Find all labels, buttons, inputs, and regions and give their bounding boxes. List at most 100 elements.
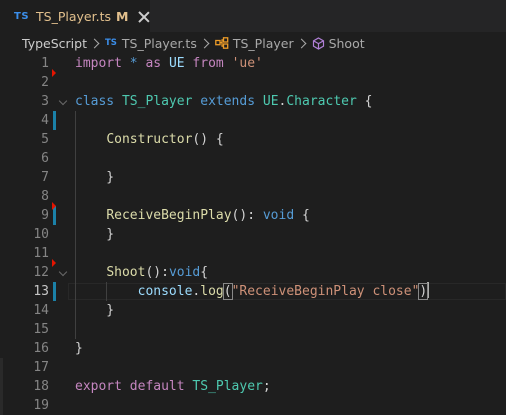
indent-guide [75, 111, 76, 339]
code-token: default [129, 379, 185, 394]
line-number: 2 [41, 75, 49, 90]
code-editor[interactable]: 1 import * as UE from 'ue' 2 3 class TS_Play… [0, 54, 506, 415]
code-token: UE [168, 56, 185, 71]
code-token: * [129, 56, 138, 71]
line-number: 3 [41, 94, 49, 109]
code-text: Shoot():void{ [75, 263, 208, 282]
line-number: 11 [33, 246, 49, 261]
close-icon[interactable] [137, 10, 150, 24]
line-number: 1 [41, 56, 49, 71]
text-cursor [427, 282, 429, 298]
line-number: 5 [41, 132, 49, 147]
breadcrumb-label: TS_Player.ts [121, 35, 197, 51]
breadcrumb-item-class[interactable]: TS_Player [215, 32, 294, 54]
code-token: } [75, 227, 115, 242]
code-line[interactable]: 18 export default TS_Player; [0, 377, 506, 396]
code-text: } [75, 339, 83, 358]
line-number: 18 [33, 379, 49, 394]
git-deleted-marker[interactable] [52, 259, 56, 267]
git-deleted-marker[interactable] [52, 202, 56, 210]
code-text: Constructor() { [75, 130, 224, 149]
line-number: 15 [33, 322, 49, 337]
code-token: { [200, 265, 209, 280]
line-number: 9 [41, 208, 49, 223]
code-text: class TS_Player extends UE.Character { [75, 92, 372, 111]
code-token: class [75, 94, 115, 109]
code-token: 'ue' [231, 56, 263, 71]
code-token: Constructor [106, 132, 193, 147]
chevron-right-icon [296, 38, 307, 48]
chevron-right-icon [199, 38, 210, 48]
typescript-file-icon: TS [104, 38, 117, 48]
code-text: export default TS_Player; [75, 377, 271, 396]
code-text: } [75, 225, 114, 244]
code-token: extends [200, 94, 256, 109]
code-text: console.log("ReceiveBeginPlay close") [75, 282, 429, 301]
code-line[interactable]: 3 class TS_Player extends UE.Character { [0, 92, 506, 111]
code-line[interactable]: 2 [0, 73, 506, 92]
code-token: } [75, 341, 83, 356]
code-token: } [75, 303, 115, 318]
matching-bracket: ) [418, 283, 429, 300]
code-line[interactable]: 17 [0, 358, 506, 377]
git-modified-marker[interactable] [53, 111, 56, 130]
code-token: "ReceiveBeginPlay close" [231, 284, 420, 299]
code-token: Character [286, 94, 357, 109]
code-token: (): [145, 265, 169, 280]
breadcrumb-item-typescript[interactable]: TypeScript [22, 32, 87, 54]
method-icon [312, 36, 325, 50]
panel-edge [0, 358, 3, 377]
line-number: 6 [41, 151, 49, 166]
code-text: ReceiveBeginPlay(): void { [75, 206, 310, 225]
breadcrumb: TypeScript TS TS_Player.ts TS_Player Sho… [0, 32, 506, 54]
code-token: as [145, 56, 162, 71]
matching-bracket: ( [222, 283, 233, 300]
code-token: UE [262, 94, 279, 109]
code-text: } [75, 301, 114, 320]
line-number: 10 [33, 227, 49, 242]
line-number: 13 [33, 284, 49, 299]
code-text: } [75, 168, 114, 187]
git-modified-marker[interactable] [53, 282, 56, 301]
code-token: () { [192, 132, 224, 147]
breadcrumb-item-file[interactable]: TS TS_Player.ts [105, 32, 197, 54]
line-number: 16 [33, 341, 49, 356]
code-token: } [75, 170, 115, 185]
code-token: import [75, 56, 122, 71]
code-token: void [168, 265, 201, 280]
code-token: (): [231, 208, 263, 223]
code-token: export [75, 379, 122, 394]
git-deleted-marker[interactable] [52, 69, 56, 77]
line-number: 17 [33, 360, 49, 375]
modified-indicator: M [116, 9, 129, 24]
line-number: 14 [33, 303, 49, 318]
tab-bar: TS TS_Player.ts M [0, 0, 506, 32]
code-line[interactable]: 1 import * as UE from 'ue' [0, 54, 506, 73]
line-number: 4 [41, 113, 49, 128]
code-text: import * as UE from 'ue' [75, 54, 263, 73]
code-token: ; [262, 379, 271, 394]
code-token: { [356, 94, 373, 109]
panel-edge [0, 377, 3, 396]
code-line[interactable]: 16} [0, 339, 506, 358]
editor-tab-ts-player[interactable]: TS TS_Player.ts M [0, 0, 150, 32]
indent-guide [106, 282, 108, 301]
breadcrumb-label: TypeScript [22, 35, 87, 51]
breadcrumb-item-method[interactable]: Shoot [312, 32, 365, 54]
code-token: from [192, 56, 224, 71]
code-token: { [294, 208, 310, 223]
line-number: 19 [33, 398, 49, 413]
code-line[interactable]: 19 [0, 396, 506, 415]
line-number: 12 [33, 265, 49, 280]
code-token: Shoot [106, 265, 146, 280]
code-token: log [200, 284, 224, 299]
